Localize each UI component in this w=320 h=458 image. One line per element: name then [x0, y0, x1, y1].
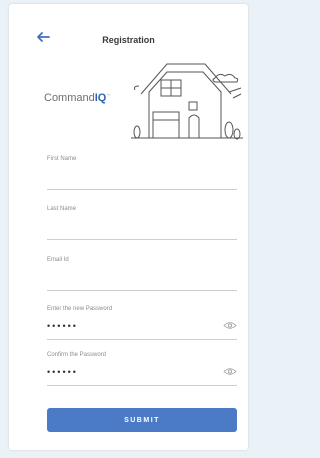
email-label: Email Id — [47, 257, 69, 263]
confirm-password-field[interactable]: Confirm the Password •••••• — [47, 352, 237, 386]
eye-icon[interactable] — [223, 321, 237, 330]
eye-icon[interactable] — [223, 367, 237, 376]
submit-button[interactable]: SUBMIT — [47, 408, 237, 432]
brand-tm: ™ — [106, 92, 111, 98]
new-password-underline — [47, 339, 237, 340]
first-name-label: First Name — [47, 156, 77, 162]
new-password-label: Enter the new Password — [47, 306, 113, 312]
last-name-field[interactable]: Last Name — [47, 206, 237, 240]
house-illustration — [131, 63, 243, 140]
registration-screen: Registration CommandIQ™ First Name Last … — [9, 4, 248, 450]
confirm-password-label: Confirm the Password — [47, 352, 107, 358]
brand-name-part2: IQ — [94, 92, 107, 104]
page-title: Registration — [102, 35, 155, 45]
new-password-input[interactable]: •••••• — [47, 321, 78, 331]
brand-logo: CommandIQ™ — [44, 92, 110, 104]
header: Registration — [9, 4, 248, 45]
first-name-underline — [47, 189, 237, 190]
last-name-underline — [47, 239, 237, 240]
email-underline — [47, 290, 237, 291]
new-password-field[interactable]: Enter the new Password •••••• — [47, 306, 237, 340]
last-name-label: Last Name — [47, 206, 77, 212]
email-field[interactable]: Email Id — [47, 257, 237, 291]
brand-name-part1: Command — [44, 92, 95, 104]
confirm-password-underline — [47, 385, 237, 386]
confirm-password-input[interactable]: •••••• — [47, 367, 78, 377]
first-name-field[interactable]: First Name — [47, 156, 237, 190]
